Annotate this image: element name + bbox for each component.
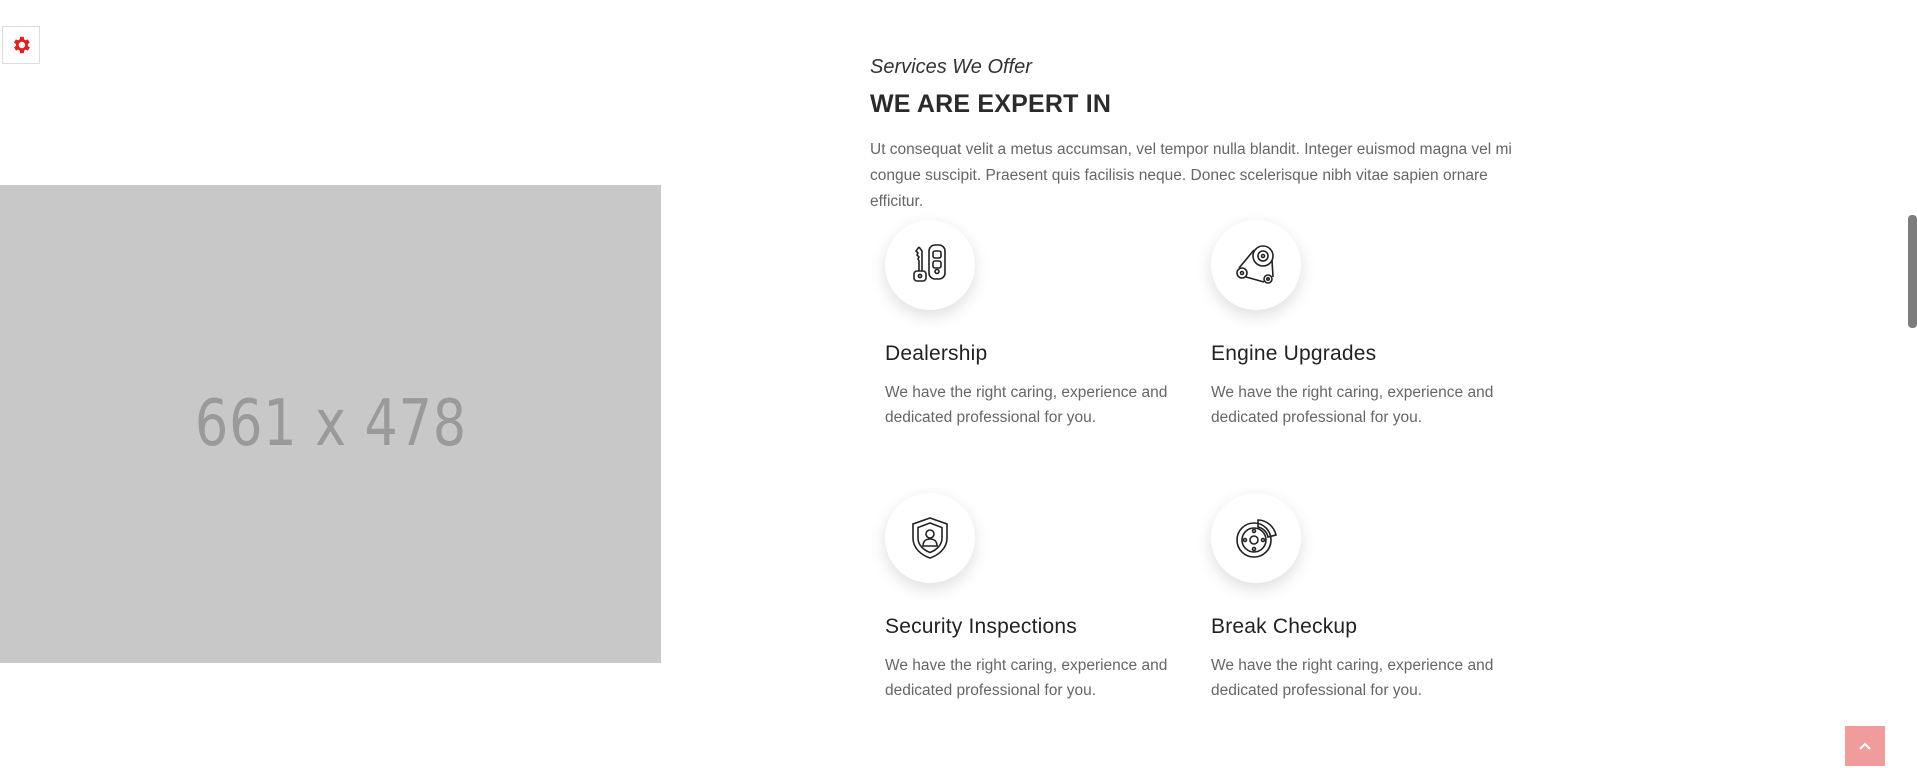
service-card-engine-upgrades: Engine Upgrades We have the right caring… (1211, 220, 1511, 430)
shield-person-icon (912, 517, 948, 559)
service-card-break-checkup: Break Checkup We have the right caring, … (1211, 493, 1511, 703)
section-intro: Ut consequat velit a metus accumsan, vel… (870, 141, 1512, 210)
service-icon-wrapper (885, 493, 975, 583)
service-title: Engine Upgrades (1211, 342, 1377, 365)
section-subtitle: Services We Offer (870, 56, 1032, 78)
placeholder-label: 661 x 478 (194, 387, 467, 461)
section-title: WE ARE EXPERT IN (870, 90, 1112, 118)
brake-disc-icon (1236, 519, 1277, 558)
image-placeholder: 661 x 478 (0, 185, 661, 663)
service-icon-wrapper (1211, 220, 1301, 310)
service-description: We have the right caring, experience and… (1211, 384, 1494, 426)
service-description: We have the right caring, experience and… (885, 384, 1168, 426)
scrollbar-thumb[interactable] (1908, 215, 1917, 328)
gear-icon (14, 36, 30, 54)
car-key-icon (913, 244, 946, 282)
service-description: We have the right caring, experience and… (885, 657, 1168, 699)
service-description: We have the right caring, experience and… (1211, 657, 1494, 699)
service-card-dealership: Dealership We have the right caring, exp… (885, 220, 1185, 430)
settings-button[interactable] (2, 26, 40, 64)
back-to-top-button[interactable] (1845, 726, 1885, 766)
service-title: Security Inspections (885, 615, 1077, 638)
service-card-security-inspections: Security Inspections We have the right c… (885, 493, 1185, 703)
chevron-up-icon (1859, 742, 1871, 750)
service-title: Break Checkup (1211, 615, 1358, 638)
service-icon-wrapper (885, 220, 975, 310)
service-title: Dealership (885, 342, 988, 365)
timing-belt-icon (1236, 245, 1274, 284)
service-icon-wrapper (1211, 493, 1301, 583)
